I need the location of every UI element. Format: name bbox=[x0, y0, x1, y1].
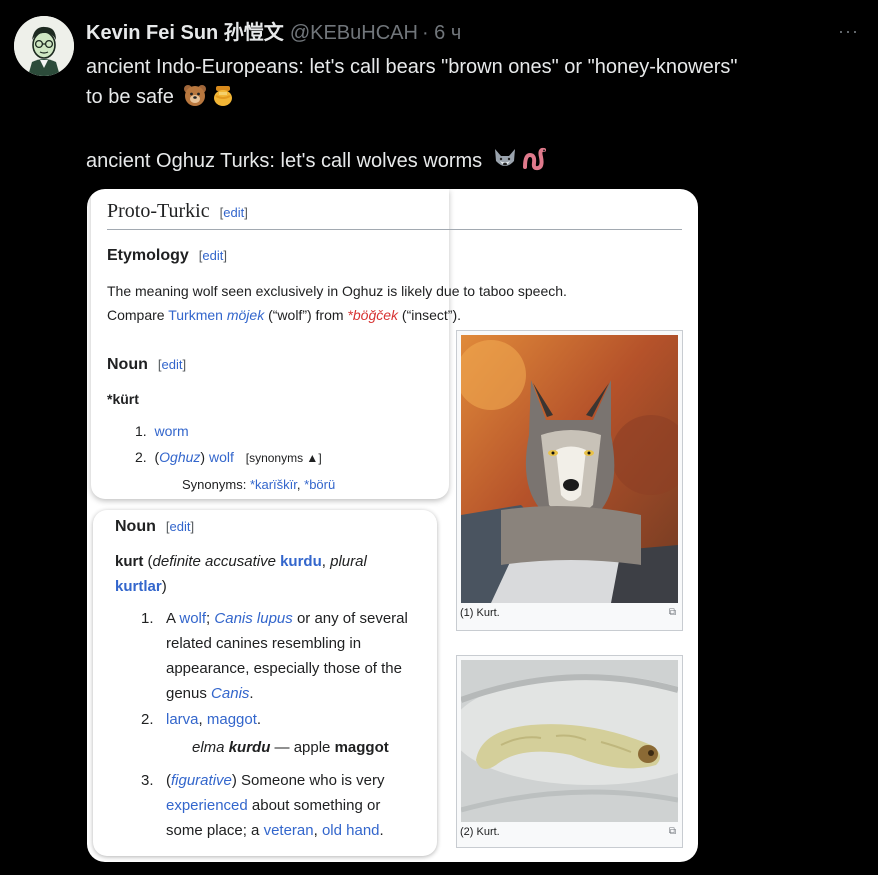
tweet-line-1: ancient Indo-Europeans: let's call bears… bbox=[86, 56, 738, 78]
thumbnail-wolf[interactable]: (1) Kurt. ⧉ bbox=[456, 330, 683, 631]
noun-heading-turkish: Noun [edit] bbox=[115, 518, 195, 535]
mojek-link[interactable]: möjek bbox=[227, 307, 264, 323]
canis-lupus-link[interactable]: Canis lupus bbox=[214, 610, 292, 627]
kurdu-link[interactable]: kurdu bbox=[280, 553, 322, 570]
author-avatar[interactable] bbox=[14, 16, 74, 76]
edit-link[interactable]: edit bbox=[162, 357, 183, 372]
avatar-illustration-icon bbox=[14, 16, 74, 76]
honey-pot-emoji-icon bbox=[211, 83, 235, 116]
bear-emoji-icon bbox=[183, 83, 207, 116]
definition-1: A wolf; Canis lupus or any of several re… bbox=[166, 610, 408, 702]
edit-link[interactable]: edit bbox=[223, 205, 244, 220]
edit-link[interactable]: edit bbox=[202, 248, 223, 263]
headword-kurt-proto: *kürt bbox=[107, 391, 139, 407]
worm-emoji-icon bbox=[522, 147, 548, 180]
headword-kurt-inflection: kurt (definite accusative kurdu, plural … bbox=[115, 553, 367, 595]
maggot-link[interactable]: maggot bbox=[207, 711, 257, 728]
oghuz-link[interactable]: Oghuz bbox=[159, 449, 200, 465]
edit-link[interactable]: edit bbox=[170, 519, 191, 534]
canis-link[interactable]: Canis bbox=[211, 685, 249, 702]
enlarge-icon[interactable]: ⧉ bbox=[669, 826, 676, 837]
worm-link[interactable]: worm bbox=[154, 423, 188, 439]
wolf-photo bbox=[461, 335, 678, 603]
old-hand-link[interactable]: old hand bbox=[322, 822, 380, 839]
sense-1: 1. worm bbox=[135, 423, 189, 439]
tweet-line-3: ancient Oghuz Turks: let's call wolves w… bbox=[86, 150, 483, 172]
sense-2: 2. (Oghuz) wolf [synonyms ▲] bbox=[135, 449, 322, 465]
turkmen-link[interactable]: Turkmen bbox=[168, 307, 223, 323]
synonyms-toggle[interactable]: [synonyms ▲] bbox=[246, 451, 322, 465]
definition-2-number: 2. bbox=[141, 711, 154, 728]
image-1-caption: (1) Kurt. bbox=[460, 607, 500, 619]
etymology-heading: Etymology [edit] bbox=[107, 247, 228, 264]
wolf-link[interactable]: wolf bbox=[209, 449, 234, 465]
tweet-text: ancient Indo-Europeans: let's call bears… bbox=[86, 52, 866, 180]
larva-link[interactable]: larva bbox=[166, 711, 199, 728]
synonym-link[interactable]: *karïškïr bbox=[250, 477, 297, 492]
synonym-link[interactable]: *börü bbox=[304, 477, 335, 492]
maggot-photo bbox=[461, 660, 678, 822]
section-divider bbox=[107, 229, 682, 230]
section-title: Proto-Turkic [edit] bbox=[107, 200, 248, 222]
thumbnail-maggot[interactable]: (2) Kurt. ⧉ bbox=[456, 655, 683, 848]
etymology-text: The meaning wolf seen exclusively in Ogh… bbox=[107, 283, 567, 323]
wolf-link[interactable]: wolf bbox=[179, 610, 206, 627]
synonyms-line: Synonyms: *karïškïr, *börü bbox=[182, 477, 336, 492]
kurtlar-link[interactable]: kurtlar bbox=[115, 578, 162, 595]
usage-example: elma kurdu — apple maggot bbox=[192, 739, 389, 756]
tweet-header: Kevin Fei Sun 孙愷文 @KEBuHCAH · 6 ч bbox=[86, 20, 461, 46]
experienced-link[interactable]: experienced bbox=[166, 797, 248, 814]
definition-2: larva, maggot. bbox=[166, 711, 262, 728]
definition-3: (figurative) Someone who is very experie… bbox=[166, 772, 385, 839]
bogcek-link[interactable]: *böğček bbox=[347, 307, 398, 323]
definition-1-number: 1. bbox=[141, 610, 154, 627]
veteran-link[interactable]: veteran bbox=[264, 822, 314, 839]
definition-3-number: 3. bbox=[141, 772, 154, 789]
wolf-emoji-icon bbox=[492, 147, 518, 180]
more-options-icon[interactable]: ··· bbox=[838, 21, 864, 43]
attached-image[interactable]: Proto-Turkic [edit] Etymology [edit] The m… bbox=[87, 189, 698, 862]
noun-heading-proto-turkic: Noun [edit] bbox=[107, 356, 187, 373]
enlarge-icon[interactable]: ⧉ bbox=[669, 607, 676, 618]
author-handle[interactable]: @KEBuHCAH bbox=[290, 22, 418, 44]
tweet-line-2: to be safe bbox=[86, 86, 174, 108]
author-name[interactable]: Kevin Fei Sun 孙愷文 bbox=[86, 22, 284, 44]
figurative-link[interactable]: figurative bbox=[171, 772, 232, 789]
image-2-caption: (2) Kurt. bbox=[460, 826, 500, 838]
tweet-time[interactable]: · 6 ч bbox=[422, 22, 461, 44]
